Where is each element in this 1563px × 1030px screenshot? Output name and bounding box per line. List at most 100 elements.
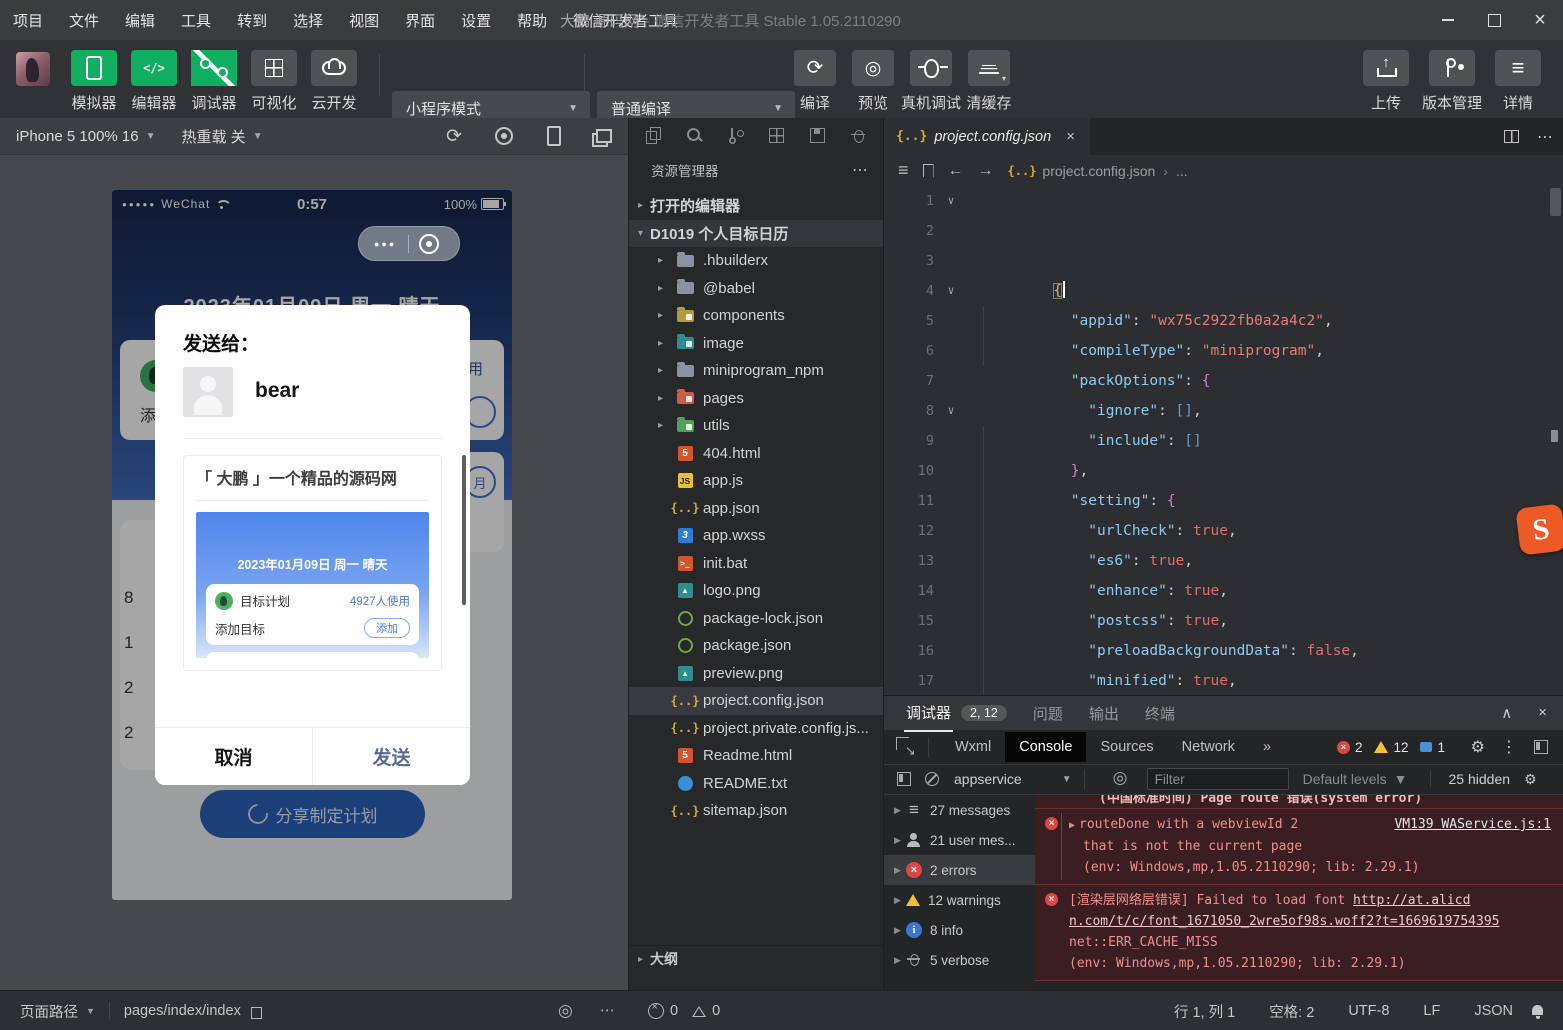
user-avatar[interactable] <box>16 52 50 86</box>
explorer-toolbar-icon[interactable] <box>768 127 785 144</box>
cancel-button[interactable]: 取消 <box>155 728 313 785</box>
page-path-select[interactable]: 页面路径▼ <box>20 1001 95 1022</box>
collapse-panel-icon[interactable]: ∧ <box>1501 704 1512 722</box>
tab-terminal[interactable]: 终端 <box>1145 703 1175 724</box>
eol[interactable]: LF <box>1423 1003 1440 1019</box>
file-tree-row[interactable]: {..} project.config.json <box>629 687 883 715</box>
menu-item[interactable]: 帮助 <box>504 10 560 31</box>
more-icon[interactable]: ●●● <box>374 239 396 249</box>
outline-section[interactable]: ▸ 大纲 <box>629 945 883 972</box>
file-tree-row[interactable]: {..} sitemap.json <box>629 797 883 825</box>
file-tree-row[interactable]: ▲ logo.png <box>629 577 883 605</box>
console-filter-input[interactable] <box>1147 768 1289 790</box>
dock-side-icon[interactable] <box>1533 739 1549 755</box>
menu-item[interactable]: 编辑 <box>112 10 168 31</box>
menu-item[interactable]: 选择 <box>280 10 336 31</box>
editor-scrollbar[interactable] <box>1550 188 1561 216</box>
url-link[interactable]: http://at.alicd <box>1353 893 1470 908</box>
split-editor-icon[interactable] <box>1504 130 1519 143</box>
code-area[interactable]: 1 ∨ { 2 "appid": "wx75c2922fb0a2a4c2", 3… <box>884 186 1563 695</box>
file-tree-row[interactable]: js package.json <box>629 632 883 660</box>
exit-icon[interactable] <box>419 234 439 254</box>
toolbar-right-button[interactable]: 版本管理 <box>1419 50 1485 113</box>
context-select[interactable]: appservice▼ <box>954 771 1072 787</box>
console-filter-row[interactable]: ▶ 21 user mes... <box>884 825 1035 855</box>
notifications-bell-icon[interactable] <box>1530 1004 1545 1019</box>
devtools-settings-icon[interactable]: ⚙ <box>1471 737 1485 757</box>
explorer-toolbar-icon[interactable] <box>645 127 662 144</box>
console-settings-icon[interactable]: ⚙ <box>1524 771 1537 788</box>
device-select[interactable]: iPhone 5 100% 16▼ <box>16 128 156 145</box>
panel-toggle-button[interactable]: 模拟器 <box>64 50 124 113</box>
editor-tab[interactable]: {..} project.config.json × <box>884 118 1090 155</box>
panel-toggle-button[interactable]: 编辑器 <box>124 50 184 113</box>
file-tree-row[interactable]: 3 app.wxss <box>629 522 883 550</box>
fold-icon[interactable]: ∨ <box>942 186 960 216</box>
file-tree-row[interactable]: >_ init.bat <box>629 550 883 578</box>
more-icon[interactable]: ⋯ <box>600 1003 616 1019</box>
devtools-tab[interactable]: Network <box>1168 732 1249 762</box>
hidden-messages-count[interactable]: 25 hidden <box>1430 771 1511 787</box>
tab-output[interactable]: 输出 <box>1089 703 1119 724</box>
back-icon[interactable]: ← <box>948 162 964 180</box>
explorer-toolbar-icon[interactable] <box>850 127 867 144</box>
file-tree-row[interactable]: js package-lock.json <box>629 605 883 633</box>
panel-toggle-button[interactable]: 可视化 <box>244 50 304 113</box>
expand-arrow-icon[interactable]: ▶ <box>1069 820 1075 831</box>
menu-item[interactable]: 文件 <box>56 10 112 31</box>
forward-icon[interactable]: → <box>978 162 994 180</box>
record-icon[interactable] <box>494 126 514 146</box>
breadcrumb-more[interactable]: ... <box>1176 163 1188 179</box>
explorer-toolbar-icon[interactable] <box>686 127 703 144</box>
file-tree-row[interactable]: {..} project.private.config.js... <box>629 715 883 743</box>
tab-debugger[interactable]: 调试器 <box>906 702 951 725</box>
file-tree-row[interactable]: {..} app.json <box>629 495 883 523</box>
project-root[interactable]: ▾ D1019 个人目标日历 <box>629 220 883 248</box>
console-filter-row[interactable]: ▶ 5 verbose <box>884 945 1035 975</box>
file-tree-row[interactable]: 5 Readme.html <box>629 742 883 770</box>
log-levels-select[interactable]: Default levels▼ <box>1303 771 1408 787</box>
list-icon[interactable] <box>898 160 909 181</box>
more-tabs-icon[interactable]: » <box>1249 732 1285 762</box>
create-live-expression-icon[interactable] <box>1113 770 1131 788</box>
file-tree-row[interactable]: ▸ utils <box>629 412 883 440</box>
problem-counts[interactable]: 0 0 <box>648 1003 720 1019</box>
file-tree-row[interactable]: ▸ components <box>629 302 883 330</box>
menu-item[interactable]: 界面 <box>392 10 448 31</box>
console-error-message[interactable]: × [渲染层网络层错误] Failed to load font http://… <box>1035 885 1563 981</box>
dialog-scrollbar[interactable] <box>462 455 466 605</box>
toolbar-action-button[interactable]: 预览 <box>844 50 902 113</box>
clear-console-icon[interactable] <box>924 771 940 787</box>
file-tree-row[interactable]: ▸ @babel <box>629 275 883 303</box>
menu-item[interactable]: 设置 <box>448 10 504 31</box>
toolbar-action-button[interactable]: ▾ 清缓存 <box>960 50 1018 113</box>
menu-item[interactable]: 视图 <box>336 10 392 31</box>
more-icon[interactable]: ⋯ <box>852 160 869 180</box>
float-window-icon[interactable] <box>594 126 614 146</box>
console-filter-row[interactable]: ▶ 2 errors <box>884 855 1035 885</box>
explorer-toolbar-icon[interactable] <box>727 127 744 144</box>
panel-toggle-button[interactable]: 调试器 <box>184 50 244 113</box>
source-link[interactable]: VM139 WAService.js:1 <box>1394 814 1551 835</box>
devtools-tab[interactable]: Sources <box>1086 732 1167 762</box>
close-button[interactable]: × <box>1517 0 1563 40</box>
console-filter-row[interactable]: ▶ 27 messages <box>884 795 1035 825</box>
console-filter-row[interactable]: ▶ 8 info <box>884 915 1035 945</box>
toolbar-action-button[interactable]: 编译 <box>786 50 844 113</box>
preview-eye-icon[interactable] <box>558 1001 573 1021</box>
devtools-tab[interactable]: Console <box>1005 732 1086 762</box>
close-panel-icon[interactable]: × <box>1538 704 1547 722</box>
toolbar-action-button[interactable]: 真机调试 <box>902 50 960 113</box>
editor-more-icon[interactable]: ⋯ <box>1537 127 1553 147</box>
language-mode[interactable]: JSON <box>1474 1003 1513 1019</box>
file-tree-row[interactable]: ▸ miniprogram_npm <box>629 357 883 385</box>
copy-path-icon[interactable] <box>251 1004 265 1018</box>
error-count[interactable]: ×2 <box>1337 740 1363 755</box>
close-tab-icon[interactable]: × <box>1066 128 1075 145</box>
restart-icon[interactable] <box>444 126 464 146</box>
file-tree-row[interactable]: JS app.js <box>629 467 883 495</box>
breadcrumb-file[interactable]: project.config.json <box>1042 163 1155 179</box>
explorer-toolbar-icon[interactable] <box>809 127 826 144</box>
file-tree-row[interactable]: i README.txt <box>629 770 883 798</box>
kebab-menu-icon[interactable]: ⋮ <box>1501 737 1517 757</box>
